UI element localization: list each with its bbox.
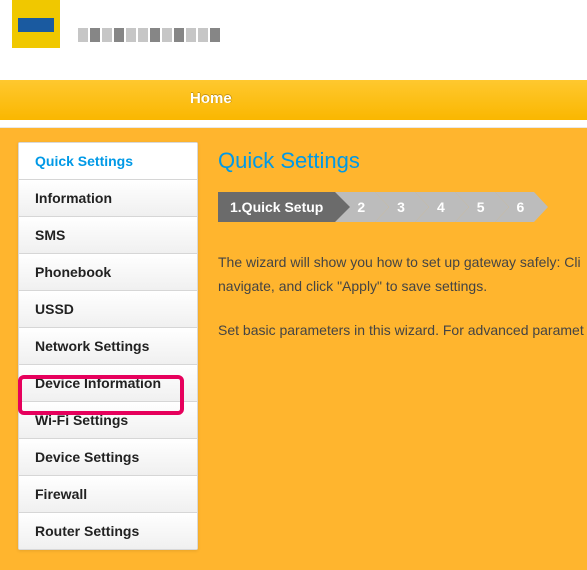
text-line: navigate, and click "Apply" to save sett… [218, 278, 487, 294]
nav-bar: Home [0, 80, 587, 120]
content-area: Quick Settings Information SMS Phonebook… [0, 128, 587, 570]
sidebar-item-phonebook[interactable]: Phonebook [19, 254, 197, 291]
wizard-description-2: Set basic parameters in this wizard. For… [218, 318, 587, 342]
sidebar-item-ussd[interactable]: USSD [19, 291, 197, 328]
wizard-steps: 1.Quick Setup 2 3 4 5 6 [218, 192, 587, 222]
sidebar-item-router-settings[interactable]: Router Settings [19, 513, 197, 549]
wizard-description-1: The wizard will show you how to set up g… [218, 250, 587, 298]
header-obscured-text [78, 28, 220, 42]
logo [12, 0, 60, 48]
logo-inner [18, 18, 54, 32]
sub-bar [0, 120, 587, 128]
sidebar-item-quick-settings[interactable]: Quick Settings [19, 143, 197, 180]
sidebar-item-firewall[interactable]: Firewall [19, 476, 197, 513]
sidebar-item-network-settings[interactable]: Network Settings [19, 328, 197, 365]
sidebar-item-device-settings[interactable]: Device Settings [19, 439, 197, 476]
main: Quick Settings 1.Quick Setup 2 3 4 5 6 T… [218, 142, 587, 362]
sidebar-item-sms[interactable]: SMS [19, 217, 197, 254]
sidebar-item-wifi-settings[interactable]: Wi-Fi Settings [19, 402, 197, 439]
sidebar-item-device-information[interactable]: Device Information [19, 365, 197, 402]
page-title: Quick Settings [218, 148, 587, 174]
nav-tab-home[interactable]: Home [190, 80, 232, 120]
step-1[interactable]: 1.Quick Setup [218, 192, 335, 222]
text-line: The wizard will show you how to set up g… [218, 254, 581, 270]
header [0, 0, 587, 80]
sidebar: Quick Settings Information SMS Phonebook… [18, 142, 198, 550]
sidebar-item-information[interactable]: Information [19, 180, 197, 217]
